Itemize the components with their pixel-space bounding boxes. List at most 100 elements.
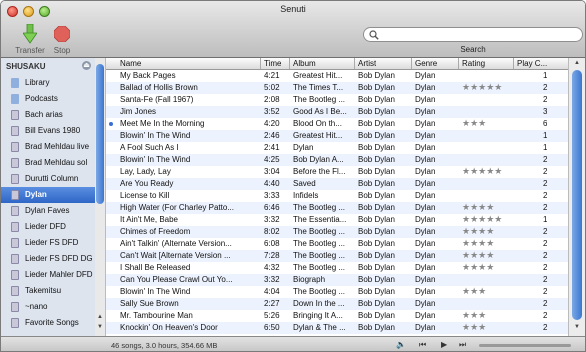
- column-header-artist[interactable]: Artist: [358, 59, 376, 68]
- rating-stars[interactable]: ★★★★: [462, 226, 494, 237]
- table-row[interactable]: Can You Please Crawl Out Yo... 3:32 Biogra…: [106, 274, 568, 286]
- sidebar-item[interactable]: Durutti Column: [1, 171, 95, 187]
- cell-time: 8:02: [264, 227, 280, 236]
- column-divider[interactable]: [260, 58, 261, 69]
- table-row[interactable]: Knockin' On Heaven's Door 6:50 Dylan & The…: [106, 322, 568, 334]
- sidebar-item[interactable]: Takemitsu: [1, 283, 95, 299]
- column-divider[interactable]: [411, 58, 412, 69]
- rating-stars[interactable]: ★★★: [462, 310, 486, 321]
- table-row[interactable]: Chimes of Freedom 8:02 The Bootleg ... Bob …: [106, 226, 568, 238]
- sidebar-item[interactable]: Favorite Songs: [1, 315, 95, 331]
- column-divider[interactable]: [458, 58, 459, 69]
- sidebar-item[interactable]: Bach arias: [1, 107, 95, 123]
- scroll-up-arrow-icon[interactable]: ▲: [95, 314, 105, 322]
- cell-name: It Ain't Me, Babe: [120, 215, 179, 224]
- previous-track-icon[interactable]: ⏮: [419, 340, 426, 350]
- search-input[interactable]: [384, 29, 574, 40]
- scroll-down-arrow-icon[interactable]: ▼: [95, 324, 105, 332]
- table-scroll-thumb[interactable]: [572, 70, 582, 320]
- rating-stars[interactable]: ★★★★★: [462, 214, 502, 225]
- table-row[interactable]: Can't Wait [Alternate Version ... 7:28 The…: [106, 250, 568, 262]
- rating-stars[interactable]: ★★★★: [462, 250, 494, 261]
- table-row[interactable]: Ain't Talkin' (Alternate Version... 6:08 T…: [106, 238, 568, 250]
- column-header-name[interactable]: Name: [120, 59, 141, 68]
- rating-stars[interactable]: ★★★★: [462, 262, 494, 273]
- column-divider[interactable]: [354, 58, 355, 69]
- rating-stars[interactable]: ★★★: [462, 322, 486, 333]
- rating-stars[interactable]: ★★★★: [462, 202, 494, 213]
- rating-stars[interactable]: ★★★★★: [462, 166, 502, 177]
- sidebar-item[interactable]: Brad Mehldau live: [1, 139, 95, 155]
- column-header-time[interactable]: Time: [264, 59, 281, 68]
- table-row[interactable]: Jim Jones 3:52 Good As I Be... Bob Dylan Dyl…: [106, 106, 568, 118]
- sidebar-item-label: Podcasts: [25, 94, 58, 103]
- sidebar-item[interactable]: Library: [1, 75, 95, 91]
- sidebar-scrollbar[interactable]: ▲ ▼: [95, 58, 106, 336]
- cell-plays: 2: [543, 275, 548, 284]
- cell-artist: Bob Dylan: [358, 263, 395, 272]
- play-icon[interactable]: ▶: [441, 340, 447, 349]
- table-scrollbar[interactable]: ▲ ▼: [568, 58, 585, 336]
- cell-genre: Dylan: [415, 299, 436, 308]
- eject-icon[interactable]: ⏏: [82, 61, 91, 70]
- table-row[interactable]: Meet Me In the Morning 4:20 Blood On th...…: [106, 118, 568, 130]
- rating-stars[interactable]: ★★★★★: [462, 82, 502, 93]
- sidebar-item[interactable]: Bill Evans 1980: [1, 123, 95, 139]
- search-field[interactable]: [363, 27, 583, 42]
- table-row[interactable]: Blowin' In The Wind 4:04 The Bootleg ... Bo…: [106, 286, 568, 298]
- table-row[interactable]: It Ain't Me, Babe 3:32 The Essentia... Bob …: [106, 214, 568, 226]
- column-divider[interactable]: [289, 58, 290, 69]
- table-row[interactable]: I Shall Be Released 4:32 The Bootleg ... Bo…: [106, 262, 568, 274]
- scroll-up-arrow-icon[interactable]: ▲: [572, 60, 582, 68]
- sidebar-item[interactable]: Lieder Mahler DFD: [1, 267, 95, 283]
- playlist-icon: [11, 286, 19, 296]
- sidebar-item[interactable]: Podcasts: [1, 91, 95, 107]
- rating-stars[interactable]: ★★★: [462, 286, 486, 297]
- table-row[interactable]: Blowin' In The Wind 4:25 Bob Dylan A... Bob…: [106, 154, 568, 166]
- sidebar-scroll-thumb[interactable]: [96, 64, 104, 204]
- cell-album: Biograph: [293, 275, 326, 284]
- column-header-genre[interactable]: Genre: [415, 59, 437, 68]
- table-row[interactable]: License to Kill 3:33 Infidels Bob Dylan Dyla…: [106, 190, 568, 202]
- rating-stars[interactable]: ★★★: [462, 118, 486, 129]
- sidebar-item[interactable]: ~nano: [1, 299, 95, 315]
- table-row[interactable]: My Back Pages 4:21 Greatest Hit... Bob Dyla…: [106, 70, 568, 82]
- sidebar-item[interactable]: Lieder FS DFD DG: [1, 251, 95, 267]
- table-row[interactable]: Lay, Lady, Lay 3:04 Before the Fl... Bob Dy…: [106, 166, 568, 178]
- table-row[interactable]: Are You Ready 4:40 Saved Bob Dylan Dylan 2: [106, 178, 568, 190]
- cell-time: 7:28: [264, 251, 280, 260]
- sidebar-item[interactable]: Lieder FS DFD: [1, 235, 95, 251]
- table-row[interactable]: Blowin' In The Wind 2:46 Greatest Hit... Bo…: [106, 130, 568, 142]
- sidebar-item[interactable]: Dylan: [1, 187, 95, 203]
- sidebar-item[interactable]: Brad Mehldau sol: [1, 155, 95, 171]
- download-arrow-icon: [23, 24, 37, 44]
- cell-album: The Bootleg ...: [293, 227, 346, 236]
- cell-name: High Water (For Charley Patto...: [120, 203, 234, 212]
- sidebar-item[interactable]: Dylan Faves: [1, 203, 95, 219]
- table-row[interactable]: Mr. Tambourine Man 5:26 Bringing It A... Bo…: [106, 310, 568, 322]
- next-track-icon[interactable]: ⏭: [459, 340, 466, 350]
- column-header-plays[interactable]: Play C...: [517, 59, 547, 68]
- table-row[interactable]: High Water (For Charley Patto... 6:46 The …: [106, 202, 568, 214]
- cell-genre: Dylan: [415, 131, 436, 140]
- sidebar-item[interactable]: Lieder DFD: [1, 219, 95, 235]
- table-row[interactable]: Sally Sue Brown 2:27 Down In the ... Bob Dy…: [106, 298, 568, 310]
- search-icon: [369, 30, 379, 40]
- rating-stars[interactable]: ★★★★: [462, 238, 494, 249]
- volume-slider[interactable]: [479, 344, 571, 347]
- cell-name: Ballad of Hollis Brown: [120, 83, 198, 92]
- column-header-album[interactable]: Album: [293, 59, 316, 68]
- table-row[interactable]: A Fool Such As I 2:41 Dylan Bob Dylan Dylan 1: [106, 142, 568, 154]
- column-divider[interactable]: [513, 58, 514, 69]
- cell-artist: Bob Dylan: [358, 203, 395, 212]
- table-row[interactable]: Ballad of Hollis Brown 5:02 The Times T...…: [106, 82, 568, 94]
- cell-album: Saved: [293, 179, 316, 188]
- cell-plays: 2: [543, 95, 548, 104]
- column-header-rating[interactable]: Rating: [462, 59, 485, 68]
- table-row[interactable]: Santa-Fe (Fall 1967) 2:08 The Bootleg ... B…: [106, 94, 568, 106]
- cell-plays: 2: [543, 287, 548, 296]
- cell-genre: Dylan: [415, 95, 436, 104]
- playlist-icon: [11, 190, 19, 200]
- stop-button[interactable]: Stop: [42, 22, 82, 56]
- scroll-down-arrow-icon[interactable]: ▼: [572, 324, 582, 332]
